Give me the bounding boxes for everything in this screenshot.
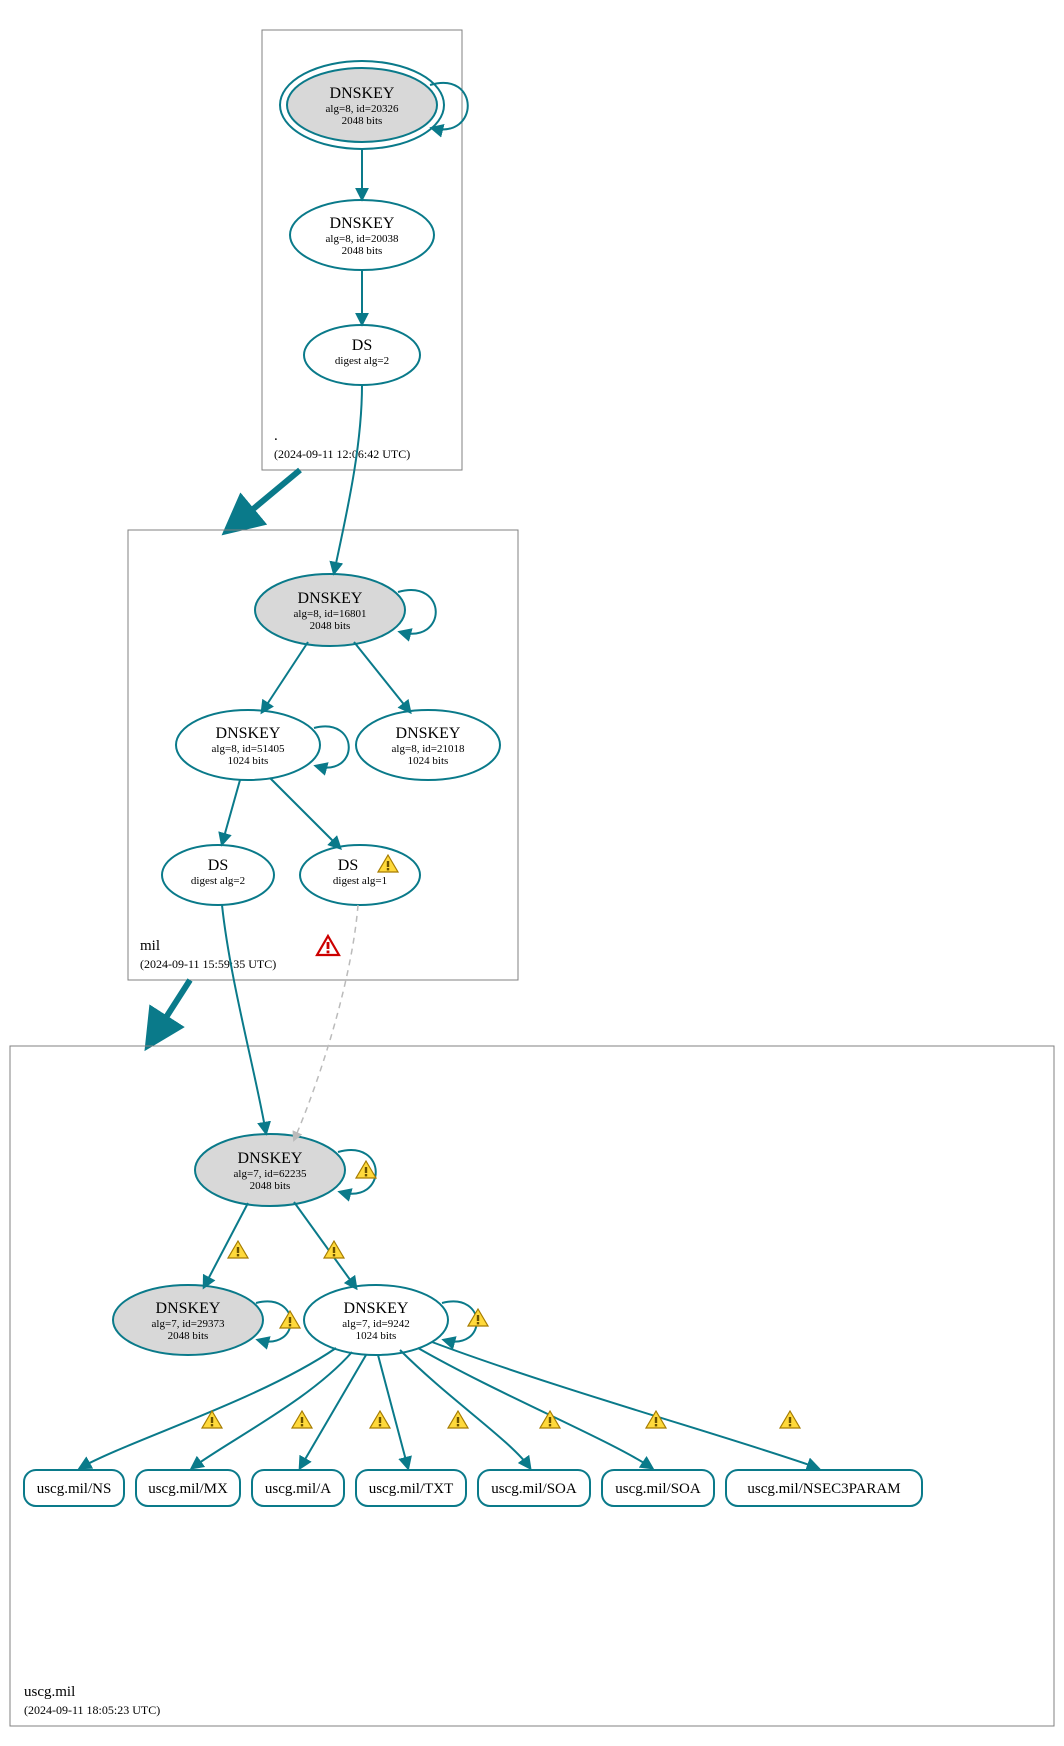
zone-time-uscg: (2024-09-11 18:05:23 UTC)	[24, 1703, 160, 1717]
svg-text:uscg.mil/SOA: uscg.mil/SOA	[491, 1481, 577, 1497]
svg-text:digest alg=1: digest alg=1	[333, 875, 387, 887]
edge-uscg-u1-u2	[204, 1203, 248, 1287]
svg-text:alg=8, id=21018: alg=8, id=21018	[392, 743, 465, 755]
node-uscg-dnskey-62235: DNSKEY alg=7, id=62235 2048 bits	[195, 1134, 345, 1206]
warning-icon	[370, 1411, 390, 1428]
svg-text:1024 bits: 1024 bits	[408, 755, 449, 767]
rr-mx: uscg.mil/MX	[136, 1470, 240, 1506]
warning-icon	[228, 1241, 248, 1258]
svg-text:digest alg=2: digest alg=2	[335, 355, 389, 367]
edge-u3-soa1	[400, 1350, 530, 1468]
rr-a: uscg.mil/A	[252, 1470, 344, 1506]
dnssec-graph: . (2024-09-11 12:06:42 UTC) DNSKEY alg=8…	[0, 0, 1064, 1746]
svg-text:1024 bits: 1024 bits	[356, 1330, 397, 1342]
zone-time-root: (2024-09-11 12:06:42 UTC)	[274, 447, 410, 461]
node-mil-dnskey-51405: DNSKEY alg=8, id=51405 1024 bits	[176, 710, 320, 780]
svg-text:DNSKEY: DNSKEY	[156, 1300, 221, 1317]
svg-text:uscg.mil/A: uscg.mil/A	[265, 1481, 331, 1497]
svg-text:DS: DS	[352, 337, 372, 354]
svg-text:2048 bits: 2048 bits	[250, 1180, 291, 1192]
edge-uscg-u1-u3	[294, 1202, 356, 1288]
edge-mil-m1-m2	[262, 642, 308, 712]
svg-text:DNSKEY: DNSKEY	[344, 1300, 409, 1317]
zone-box-uscg	[10, 1046, 1054, 1726]
zone-label-root: .	[274, 428, 278, 444]
svg-text:uscg.mil/NSEC3PARAM: uscg.mil/NSEC3PARAM	[747, 1481, 900, 1497]
node-root-dnskey-20038: DNSKEY alg=8, id=20038 2048 bits	[290, 200, 434, 270]
svg-text:alg=7, id=9242: alg=7, id=9242	[342, 1318, 409, 1330]
edge-root-ds-mil-m1	[334, 385, 362, 573]
zone-time-mil: (2024-09-11 15:59:35 UTC)	[140, 957, 276, 971]
node-mil-dnskey-16801: DNSKEY alg=8, id=16801 2048 bits	[255, 574, 405, 646]
warning-icon	[280, 1311, 300, 1328]
node-mil-ds-alg2: DS digest alg=2	[162, 845, 274, 905]
edge-u3-txt	[378, 1355, 408, 1468]
svg-text:digest alg=2: digest alg=2	[191, 875, 245, 887]
svg-text:DNSKEY: DNSKEY	[330, 85, 395, 102]
warning-icon	[292, 1411, 312, 1428]
svg-text:alg=8, id=20038: alg=8, id=20038	[326, 233, 399, 245]
edge-u3-nsec3	[432, 1342, 818, 1468]
edge-delegation-root-mil	[228, 470, 300, 530]
svg-text:DS: DS	[208, 857, 228, 874]
rr-nsec3param: uscg.mil/NSEC3PARAM	[726, 1470, 922, 1506]
svg-text:alg=8, id=20326: alg=8, id=20326	[326, 103, 399, 115]
edge-mil-m2-m4	[222, 780, 240, 844]
rr-txt: uscg.mil/TXT	[356, 1470, 466, 1506]
warning-icon	[448, 1411, 468, 1428]
svg-text:uscg.mil/SOA: uscg.mil/SOA	[615, 1481, 701, 1497]
svg-text:alg=7, id=62235: alg=7, id=62235	[234, 1168, 307, 1180]
node-uscg-dnskey-29373: DNSKEY alg=7, id=29373 2048 bits	[113, 1285, 263, 1355]
svg-text:DNSKEY: DNSKEY	[238, 1150, 303, 1167]
svg-text:alg=8, id=51405: alg=8, id=51405	[212, 743, 285, 755]
svg-text:2048 bits: 2048 bits	[168, 1330, 209, 1342]
zone-label-uscg: uscg.mil	[24, 1684, 75, 1700]
svg-text:uscg.mil/TXT: uscg.mil/TXT	[369, 1481, 454, 1497]
svg-text:uscg.mil/MX: uscg.mil/MX	[148, 1481, 228, 1497]
svg-text:uscg.mil/NS: uscg.mil/NS	[37, 1481, 112, 1497]
edge-delegation-mil-uscg	[149, 980, 190, 1044]
node-uscg-dnskey-9242: DNSKEY alg=7, id=9242 1024 bits	[304, 1285, 448, 1355]
svg-text:2048 bits: 2048 bits	[342, 245, 383, 257]
edge-u3-soa2	[418, 1348, 652, 1468]
svg-text:2048 bits: 2048 bits	[310, 620, 351, 632]
node-mil-dnskey-21018: DNSKEY alg=8, id=21018 1024 bits	[356, 710, 500, 780]
svg-text:DNSKEY: DNSKEY	[298, 590, 363, 607]
warning-icon	[468, 1309, 488, 1326]
edge-mil-m1-m3	[354, 642, 410, 712]
svg-text:DNSKEY: DNSKEY	[330, 215, 395, 232]
error-icon	[317, 936, 339, 955]
edge-u3-ns	[80, 1348, 336, 1468]
svg-text:DNSKEY: DNSKEY	[396, 725, 461, 742]
warning-icon	[356, 1161, 376, 1178]
svg-text:alg=8, id=16801: alg=8, id=16801	[294, 608, 367, 620]
svg-text:alg=7, id=29373: alg=7, id=29373	[152, 1318, 225, 1330]
node-mil-ds-alg1: DS digest alg=1	[300, 845, 420, 905]
svg-text:DS: DS	[338, 857, 358, 874]
zone-label-mil: mil	[140, 938, 160, 954]
warning-icon	[324, 1241, 344, 1258]
svg-text:DNSKEY: DNSKEY	[216, 725, 281, 742]
warning-icon	[780, 1411, 800, 1428]
node-root-dnskey-20326: DNSKEY alg=8, id=20326 2048 bits	[280, 61, 444, 149]
edge-mil-m2-m5	[270, 778, 340, 848]
rr-soa-2: uscg.mil/SOA	[602, 1470, 714, 1506]
svg-text:2048 bits: 2048 bits	[342, 115, 383, 127]
edge-mil-ds2-uscg-u1	[222, 905, 266, 1133]
rr-soa-1: uscg.mil/SOA	[478, 1470, 590, 1506]
svg-text:1024 bits: 1024 bits	[228, 755, 269, 767]
node-root-ds: DS digest alg=2	[304, 325, 420, 385]
rr-ns: uscg.mil/NS	[24, 1470, 124, 1506]
